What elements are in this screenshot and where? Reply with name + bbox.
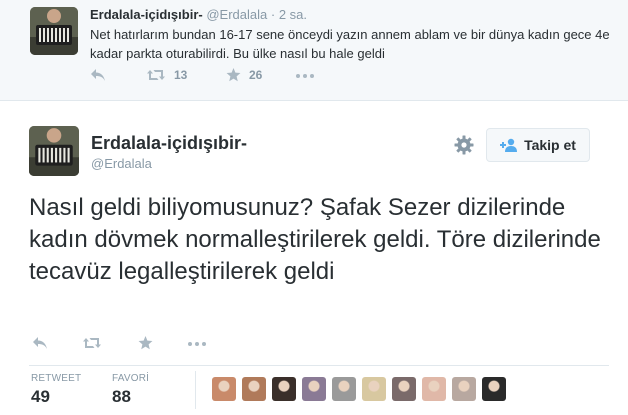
favoriter-avatar[interactable] (242, 377, 266, 401)
favoriter-avatar[interactable] (422, 377, 446, 401)
reply-reply-button[interactable] (90, 68, 106, 82)
star-icon (138, 336, 153, 350)
favoriter-avatar[interactable] (272, 377, 296, 401)
reply-tweet-text: Net hatırlarım bundan 16-17 sene önceydi… (90, 27, 610, 61)
reply-author-name[interactable]: Erdalala-içidışıbir- (90, 7, 203, 22)
retweet-icon (147, 70, 165, 80)
main-author-avatar[interactable] (29, 126, 79, 176)
retweet-stat-label: RETWEET (31, 373, 82, 384)
reply-retweet-count: 13 (174, 68, 188, 82)
favoriter-avatar[interactable] (452, 377, 476, 401)
favoriter-avatar[interactable] (392, 377, 416, 401)
main-tweet-text: Nasıl geldi biliyomusunuz? Şafak Sezer d… (29, 194, 601, 285)
reply-header: Erdalala-içidışıbir- @Erdalala · 2 sa. (90, 7, 307, 22)
more-icon (188, 342, 206, 346)
reply-separator-dot: · (270, 7, 276, 22)
favoriter-avatar[interactable] (362, 377, 386, 401)
reply-tweet[interactable]: Erdalala-içidışıbir- @Erdalala · 2 sa. N… (0, 0, 628, 101)
stats-separator (195, 371, 196, 409)
reply-retweet-button[interactable]: 13 (146, 68, 187, 82)
follow-button-label: Takip et (524, 137, 576, 153)
reply-favorite-button[interactable]: 26 (226, 68, 262, 82)
follow-button[interactable]: Takip et (486, 128, 590, 162)
retweet-icon (83, 338, 101, 348)
reply-more-button[interactable] (296, 74, 314, 78)
main-author-name[interactable]: Erdalala-içidışıbir- (91, 133, 247, 154)
main-more-button[interactable] (188, 342, 206, 346)
main-favorite-button[interactable] (138, 336, 153, 350)
favoriter-avatar[interactable] (302, 377, 326, 401)
gear-icon[interactable] (454, 135, 474, 155)
favoriter-avatar[interactable] (332, 377, 356, 401)
reply-author-avatar[interactable] (30, 7, 78, 55)
main-reply-button[interactable] (32, 336, 48, 350)
reply-favorite-count: 26 (249, 68, 263, 82)
favoriter-avatar[interactable] (212, 377, 236, 401)
reply-icon (91, 69, 105, 81)
more-icon (296, 74, 314, 78)
reply-author-handle[interactable]: @Erdalala (206, 7, 267, 22)
reply-icon (33, 337, 47, 349)
stats-divider (29, 365, 609, 366)
favoriter-avatar[interactable] (482, 377, 506, 401)
favoriter-avatars (212, 377, 512, 401)
main-author-handle[interactable]: @Erdalala (91, 156, 152, 171)
main-retweet-button[interactable] (82, 336, 102, 350)
retweet-stat[interactable]: RETWEET 49 (31, 373, 81, 407)
retweet-stat-value: 49 (31, 387, 50, 406)
star-icon (226, 68, 241, 82)
favorite-stat[interactable]: FAVORİ 88 (112, 373, 149, 407)
reply-timestamp[interactable]: 2 sa. (279, 7, 307, 22)
favorite-stat-value: 88 (112, 387, 131, 406)
add-user-icon (500, 138, 518, 152)
favorite-stat-label: FAVORİ (112, 373, 150, 384)
